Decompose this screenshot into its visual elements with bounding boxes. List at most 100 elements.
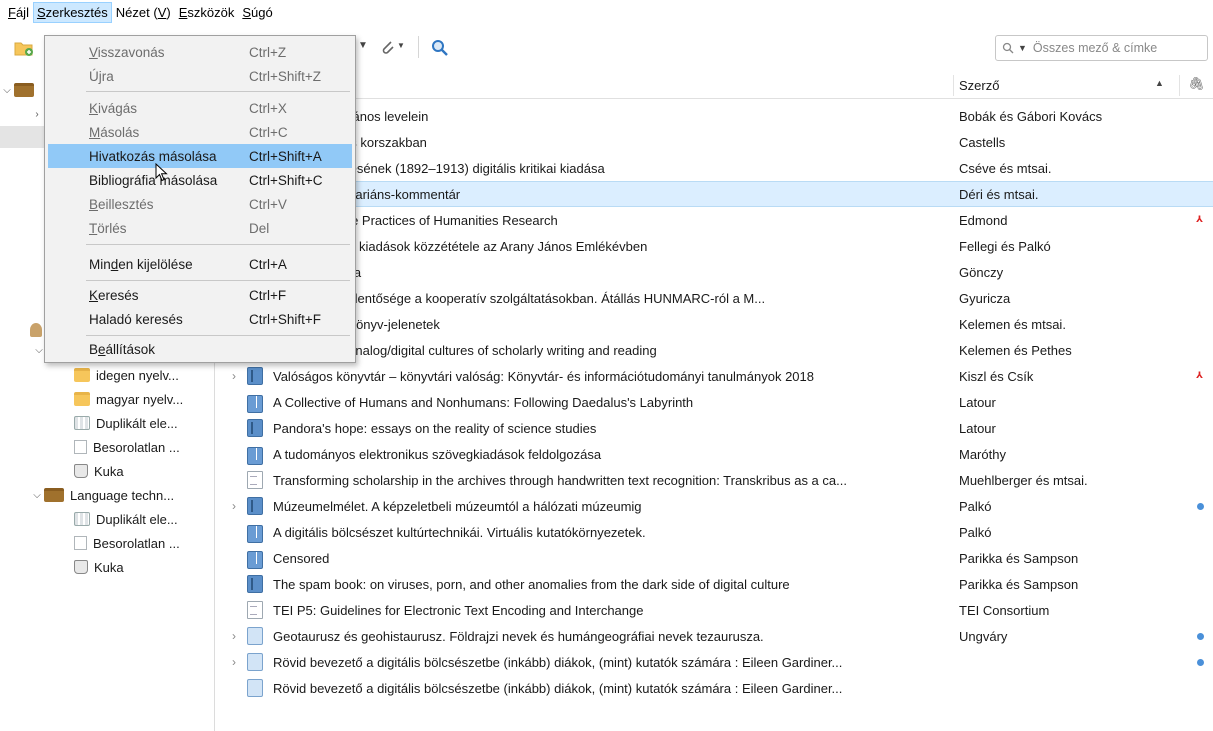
table-row[interactable]: nerés Arany János levelein Bobák és Gábor… (216, 103, 1213, 129)
new-collection-icon[interactable] (14, 38, 34, 58)
advanced-search-icon[interactable] (430, 38, 450, 58)
book-icon (247, 497, 263, 515)
search-mode-dropdown-icon[interactable]: ▼ (1018, 43, 1027, 53)
collection-label: Kuka (94, 463, 124, 479)
table-row[interactable]: Censored Parikka és Sampson (216, 545, 1213, 571)
attachment-icon[interactable] (378, 38, 398, 58)
table-row[interactable]: nos-bibliográfia Gönczy (216, 259, 1213, 285)
new-item-dropdown-icon[interactable]: ▼ (358, 40, 368, 51)
item-author: Latour (959, 394, 996, 410)
search-field[interactable]: ▼ Összes mező & címke (995, 35, 1208, 61)
table-row[interactable]: › Múzeumelmélet. A képzeletbeli múzeumtól… (216, 493, 1213, 519)
chevron-right-icon[interactable]: › (30, 109, 44, 120)
menu-item-shortcut: Ctrl+Z (249, 44, 287, 60)
table-row[interactable]: ia. II: Szerző-könyv-jelenetek Kelemen és… (216, 311, 1213, 337)
item-author: Déri és mtsai. (959, 186, 1039, 202)
table-row[interactable]: A tudományos elektronikus szövegkiadások… (216, 441, 1213, 467)
table-row[interactable]: Transforming scholarship in the archives… (216, 467, 1213, 493)
chevron-down-icon[interactable]: ⌵ (30, 490, 44, 501)
item-title: TEI P5: Guidelines for Electronic Text E… (273, 602, 644, 618)
table-row-selected[interactable]: ia. I: Szöveg-variáns-kommentár Déri és m… (216, 181, 1213, 207)
duplicate-items-icon (74, 512, 90, 526)
collection-idegen[interactable]: idegen nyelv... (74, 363, 179, 387)
item-title: atok és kritikai kiadások közzététele az… (273, 238, 648, 254)
sort-ascending-icon[interactable]: ▲ (1155, 78, 1164, 88)
menu-item-copy-bibliography[interactable]: Bibliográfia másolása Ctrl+Shift+C (48, 168, 352, 192)
table-row[interactable]: › Rövid bevezető a digitális bölcsészetbe… (216, 649, 1213, 675)
item-author: Parikka és Sampson (959, 550, 1079, 566)
menu-item-label: Beillesztés (89, 196, 154, 212)
item-title: Censored (273, 550, 330, 566)
selected-collection-row[interactable] (0, 126, 44, 148)
chevron-right-icon[interactable]: › (228, 499, 240, 513)
menu-item-settings[interactable]: Beállítások (48, 337, 352, 361)
table-row[interactable]: › Valóságos könyvtár – könyvtári valóság:… (216, 363, 1213, 389)
table-row[interactable]: nology and the Practices of Humanities R… (216, 207, 1213, 233)
trash-1[interactable]: Kuka (74, 459, 124, 483)
trash-2[interactable]: Kuka (74, 555, 124, 579)
collection-label: Besorolatlan ... (93, 535, 180, 551)
table-row[interactable]: The spam book: on viruses, porn, and oth… (216, 571, 1213, 597)
my-library-row[interactable]: ⌵ (0, 78, 40, 102)
unfiled-items-1[interactable]: Besorolatlan ... (74, 435, 180, 459)
table-row[interactable]: metaadatok jelentősége a kooperatív szol… (216, 285, 1213, 311)
menu-item-redo[interactable]: Újra Ctrl+Shift+Z (48, 64, 352, 88)
menu-item-label: Haladó keresés (89, 311, 183, 327)
table-row[interactable]: az információs korszakban Castells (216, 129, 1213, 155)
attachment-dropdown-icon[interactable]: ▼ (397, 41, 405, 50)
duplicate-items-1[interactable]: Duplikált ele... (74, 411, 178, 435)
item-author: Cséve és mtsai. (959, 160, 1052, 176)
item-title: Rövid bevezető a digitális bölcsészetbe … (273, 654, 843, 670)
item-title: the making : Analog/digital cultures of … (273, 342, 657, 358)
attachment-column-icon[interactable]: 🖇 (1188, 76, 1205, 92)
menu-separator (86, 244, 350, 245)
item-title: Rövid bevezető a digitális bölcsészetbe … (273, 680, 843, 696)
table-row[interactable]: mond levelezésének (1892–1913) digitális… (216, 155, 1213, 181)
menu-edit[interactable]: Szerkesztés (32, 1, 112, 23)
table-row[interactable]: A digitális bölcsészet kultúrtechnikái. … (216, 519, 1213, 545)
table-row[interactable]: A Collective of Humans and Nonhumans: Fo… (216, 389, 1213, 415)
chevron-right-icon[interactable]: › (228, 655, 240, 669)
item-title: A digitális bölcsészet kultúrtechnikái. … (273, 524, 646, 540)
menu-file[interactable]: Fájl (4, 2, 33, 23)
item-author: Gyuricza (959, 290, 1011, 306)
menu-item-find[interactable]: Keresés Ctrl+F (48, 283, 352, 307)
menu-item-delete[interactable]: Törlés Del (48, 216, 352, 240)
item-title: Pandora's hope: essays on the reality of… (273, 420, 597, 436)
menu-help[interactable]: Súgó (238, 2, 276, 23)
collection-magyar[interactable]: magyar nyelv... (74, 387, 183, 411)
menu-item-select-all[interactable]: Minden kijelölése Ctrl+A (48, 252, 352, 276)
item-title: Transforming scholarship in the archives… (273, 472, 847, 488)
menu-separator (86, 91, 350, 92)
menu-item-copy-citation[interactable]: Hivatkozás másolása Ctrl+Shift+A (48, 144, 352, 168)
table-row[interactable]: Pandora's hope: essays on the reality of… (216, 415, 1213, 441)
column-author[interactable]: Szerző (959, 78, 999, 93)
items-column-header: Szerző ▲ 🖇 (216, 72, 1213, 99)
table-row[interactable]: TEI P5: Guidelines for Electronic Text E… (216, 597, 1213, 623)
menu-item-advanced-search[interactable]: Haladó keresés Ctrl+Shift+F (48, 307, 352, 331)
table-row[interactable]: › Geotaurusz és geohistaurusz. Földrajzi … (216, 623, 1213, 649)
menu-item-paste[interactable]: Beillesztés Ctrl+V (48, 192, 352, 216)
book-icon (247, 419, 263, 437)
table-row[interactable]: Rövid bevezető a digitális bölcsészetbe … (216, 675, 1213, 701)
menu-view[interactable]: Nézet (V) (112, 2, 175, 23)
menu-item-shortcut: Ctrl+Shift+F (249, 311, 322, 327)
table-row[interactable]: the making : Analog/digital cultures of … (216, 337, 1213, 363)
collection-label: Duplikált ele... (96, 511, 178, 527)
menu-item-undo[interactable]: Visszavonás Ctrl+Z (48, 40, 352, 64)
chevron-right-icon[interactable]: › (228, 629, 240, 643)
menu-tools[interactable]: Eszközök (175, 2, 239, 23)
pdf-icon[interactable]: ⅄ (1194, 369, 1205, 382)
group-language-tech[interactable]: ⌵ Language techn... (30, 483, 174, 507)
menu-separator (86, 335, 350, 336)
table-row[interactable]: atok és kritikai kiadások közzététele az… (216, 233, 1213, 259)
duplicate-items-2[interactable]: Duplikált ele... (74, 507, 178, 531)
pdf-icon[interactable]: ⅄ (1194, 213, 1205, 226)
folder-icon (74, 392, 90, 406)
menu-item-cut[interactable]: Kivágás Ctrl+X (48, 96, 352, 120)
chevron-right-icon[interactable]: › (228, 369, 240, 383)
menu-item-copy[interactable]: Másolás Ctrl+C (48, 120, 352, 144)
unfiled-items-2[interactable]: Besorolatlan ... (74, 531, 180, 555)
chevron-down-icon[interactable]: ⌵ (0, 85, 14, 96)
collapsed-collection-row[interactable]: › (30, 102, 44, 126)
